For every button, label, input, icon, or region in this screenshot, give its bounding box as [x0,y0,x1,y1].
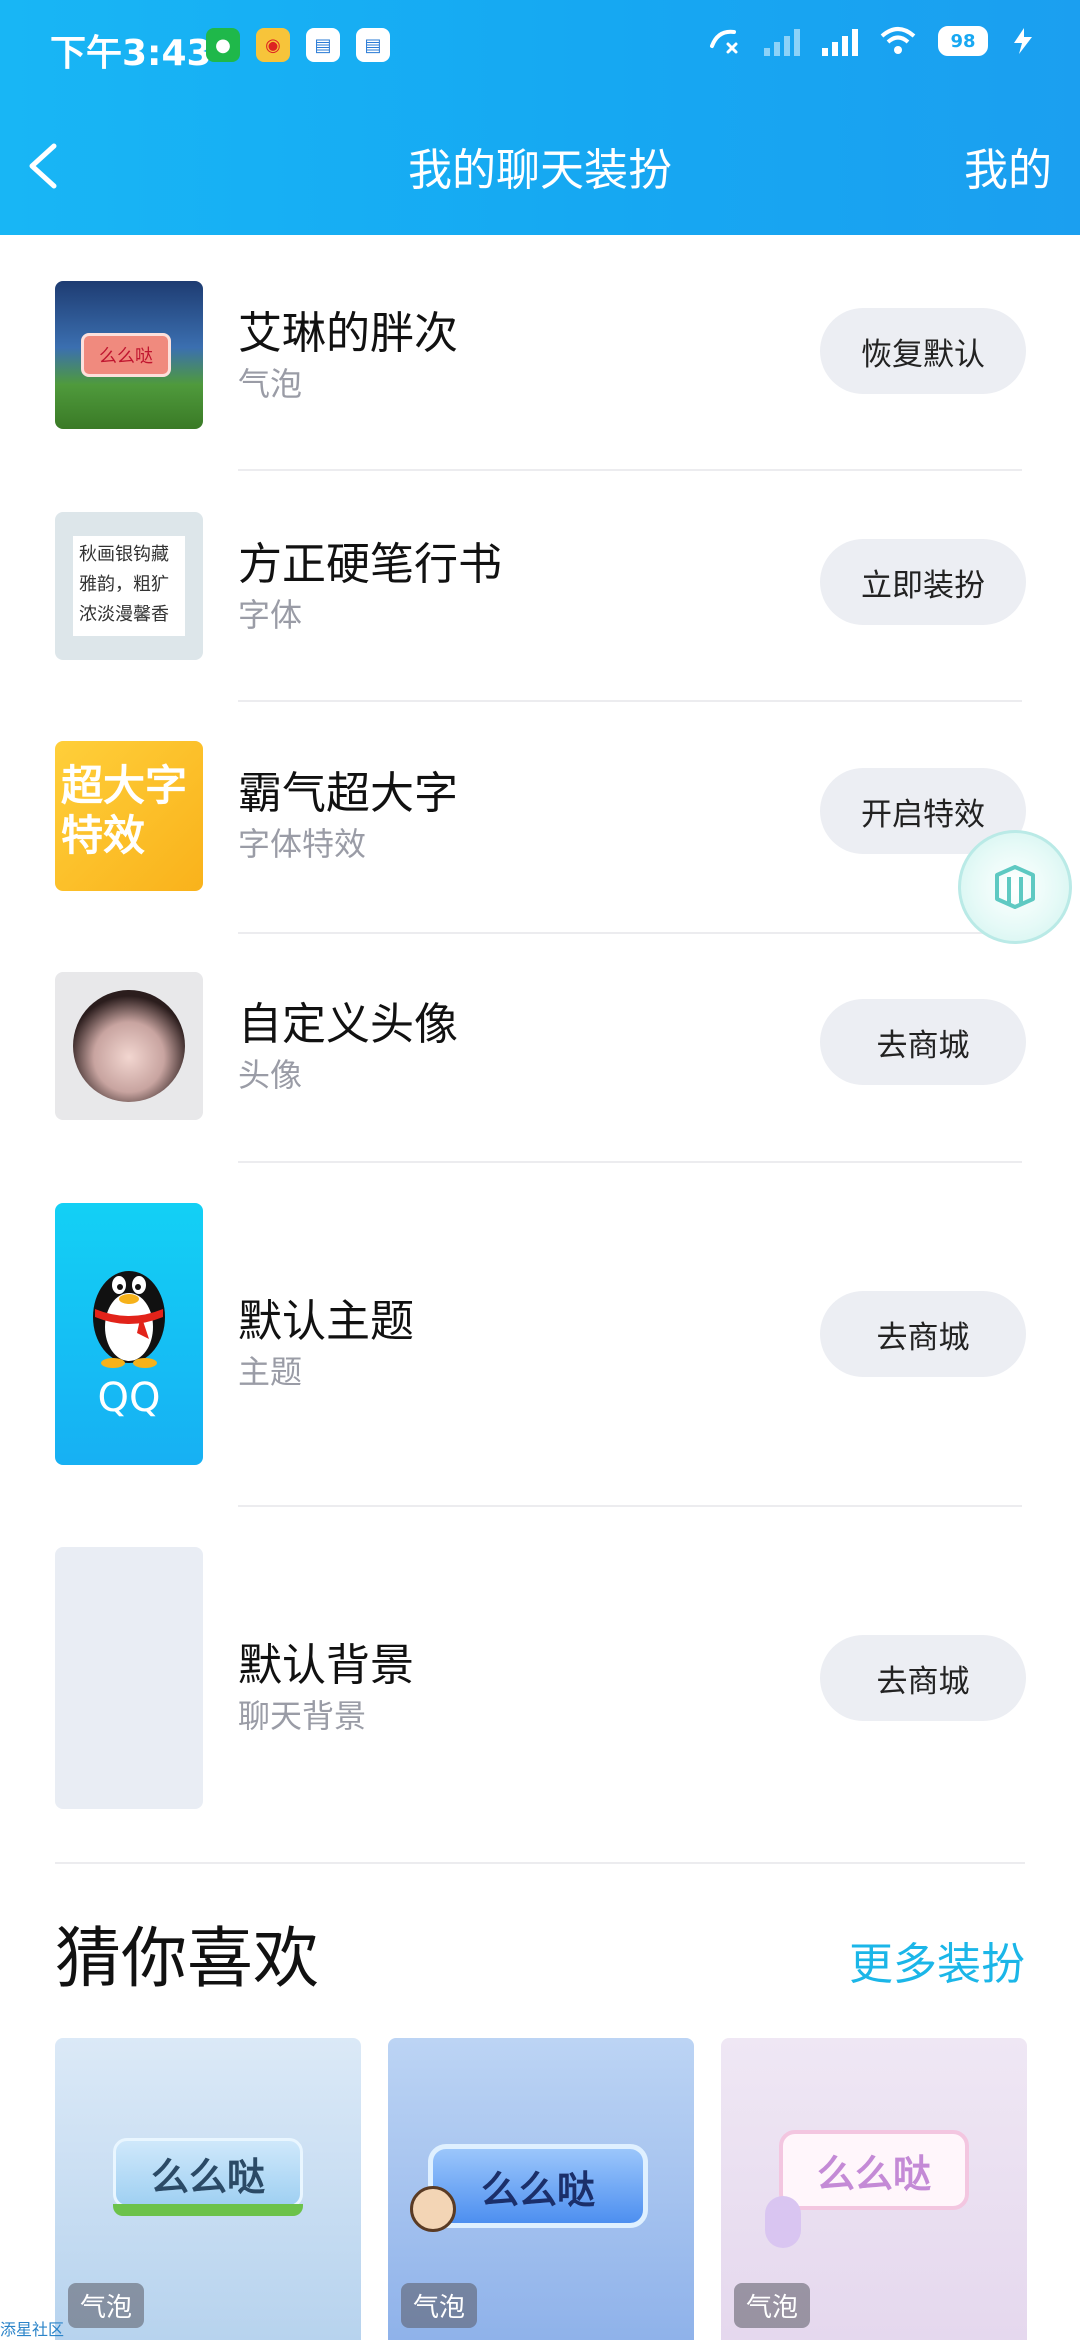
item-title: 自定义头像 [238,999,458,1050]
list-item-avatar[interactable]: 自定义头像 头像 去商城 [0,972,1080,1160]
signal-hd-icon [822,26,858,56]
status-bar: 下午3:43 ● ◉ ▤ ▤ 98 [0,0,1080,95]
character-decoration [410,2186,456,2232]
avatar-thumbnail [55,972,203,1120]
item-subtitle: 头像 [238,1056,303,1094]
list-item-theme[interactable]: QQ 默认主题 主题 去商城 [0,1203,1080,1465]
theme-thumbnail: QQ [55,1203,203,1465]
call-forward-icon [710,29,738,54]
wechat-icon: ● [206,28,240,62]
divider [238,469,1022,471]
reader-icon-2: ▤ [356,28,390,62]
charging-icon [1014,28,1032,54]
go-to-store-button[interactable]: 去商城 [820,1635,1026,1721]
bubble-thumbnail: 么么哒 [55,281,203,429]
reader-icon: ▤ [306,28,340,62]
more-dressup-link[interactable]: 更多装扮 [849,1928,1025,1992]
recommend-card[interactable]: 么么哒 气泡 [55,2038,361,2340]
item-title: 默认背景 [238,1640,414,1691]
go-to-store-button[interactable]: 去商城 [820,999,1026,1085]
card-label: 气泡 [68,2283,145,2328]
wifi-icon [880,27,916,54]
item-title: 方正硬笔行书 [238,539,502,590]
go-to-store-button[interactable]: 去商城 [820,1291,1026,1377]
item-title: 艾琳的胖次 [238,308,458,359]
list-item-font-effect[interactable]: 超大字特效 霸气超大字 字体特效 开启特效 [0,741,1080,929]
item-subtitle: 聊天背景 [238,1697,367,1735]
status-notification-icons: ● ◉ ▤ ▤ [206,28,390,62]
card-bubble: 么么哒 [113,2138,303,2208]
floating-widget-button[interactable] [958,830,1072,944]
card-label: 气泡 [734,2283,811,2328]
header: 下午3:43 ● ◉ ▤ ▤ 98 我的聊天装扮 我的 [0,0,1080,235]
qq-penguin-icon [93,1271,165,1368]
divider [238,700,1022,702]
status-time: 下午3:43 [50,33,212,74]
item-title: 默认主题 [238,1296,414,1347]
page-title: 我的聊天装扮 [408,145,672,196]
divider [238,1505,1022,1507]
qq-logo-text: QQ [97,1375,161,1421]
nav-bar: 我的聊天装扮 我的 [0,110,1080,220]
font-effect-thumbnail: 超大字特效 [55,741,203,891]
recommend-card[interactable]: 么么哒 气泡 [721,2038,1027,2340]
thumb-bubble: 么么哒 [81,333,171,377]
divider [238,932,1022,934]
cube-icon [995,865,1035,909]
item-subtitle: 字体 [238,596,303,634]
battery-indicator: 98 [938,26,988,56]
card-bubble: 么么哒 [428,2144,648,2228]
list-item-background[interactable]: 默认背景 聊天背景 去商城 [0,1547,1080,1809]
item-subtitle: 字体特效 [238,825,367,863]
section-divider [55,1862,1025,1864]
font-sample: 秋画银钩藏雅韵，粗犷浓淡漫馨香 [73,536,185,636]
recommend-title: 猜你喜欢 [55,1920,319,1997]
bunny-decoration [765,2196,801,2248]
background-thumbnail [55,1547,203,1809]
list-item-font[interactable]: 秋画银钩藏雅韵，粗犷浓淡漫馨香 方正硬笔行书 字体 立即装扮 [0,512,1080,700]
status-indicators: 98 [708,26,1036,56]
list-item-bubble[interactable]: 么么哒 艾琳的胖次 气泡 恢复默认 [0,281,1080,469]
item-subtitle: 气泡 [238,365,303,403]
divider [238,1161,1022,1163]
avatar [73,990,185,1102]
watermark-text: 添星社区 [0,2320,65,2339]
item-subtitle: 主题 [238,1353,303,1391]
weibo-icon: ◉ [256,28,290,62]
apply-now-button[interactable]: 立即装扮 [820,539,1026,625]
font-effect-sample: 超大字特效 [61,761,188,860]
recommend-card[interactable]: 么么哒 气泡 [388,2038,694,2340]
grass-decoration [113,2204,303,2216]
signal-icon [764,26,800,56]
card-label: 气泡 [401,2283,478,2328]
font-thumbnail: 秋画银钩藏雅韵，粗犷浓淡漫馨香 [55,512,203,660]
item-title: 霸气超大字 [238,768,458,819]
card-bubble: 么么哒 [779,2130,969,2210]
restore-default-button[interactable]: 恢复默认 [820,308,1026,394]
my-button[interactable]: 我的 [964,134,1052,198]
